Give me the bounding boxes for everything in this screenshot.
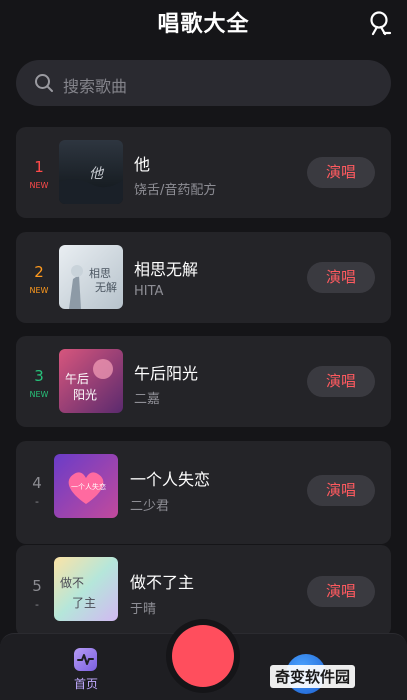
rank-number: 2 xyxy=(34,263,44,281)
search-placeholder: 搜索歌曲 xyxy=(63,77,128,96)
sing-button[interactable]: 演唱 xyxy=(307,576,375,607)
cover-title-art: 了主 xyxy=(72,596,96,610)
rank-badge: NEW xyxy=(29,286,49,295)
song-title: 一个人失恋 xyxy=(130,470,211,489)
song-card-2[interactable]: 2 NEW 相思 无解 相思无解 HITA 演唱 xyxy=(16,232,391,323)
watermark: 奇变软件园 xyxy=(256,650,406,700)
album-cover[interactable]: 他 xyxy=(59,140,123,204)
home-waveform-icon xyxy=(74,648,97,671)
song-artist: 饶舌/音药配方 xyxy=(134,183,217,198)
cover-title-art: 无解 xyxy=(95,280,117,294)
cover-title-art: 他 xyxy=(89,166,105,182)
rank-number: 5 xyxy=(32,577,42,595)
album-cover[interactable]: 午后 阳光 xyxy=(59,349,123,413)
sing-button[interactable]: 演唱 xyxy=(307,262,375,293)
header-bar: 唱歌大全 xyxy=(0,0,407,48)
page-title: 唱歌大全 xyxy=(157,12,250,37)
song-card-1[interactable]: 1 NEW 他 他 饶舌/音药配方 演唱 xyxy=(16,127,391,218)
cover-title-art: 午后 xyxy=(65,372,89,386)
cover-title-art: 一个人失恋 xyxy=(71,482,106,491)
singer-profile-icon[interactable] xyxy=(365,9,393,37)
song-artist: 二少君 xyxy=(130,499,170,514)
sing-fab-button[interactable] xyxy=(172,625,234,687)
sing-button[interactable]: 演唱 xyxy=(307,157,375,188)
sing-button[interactable]: 演唱 xyxy=(307,366,375,397)
song-card-5[interactable]: 5 - 做不 了主 做不了主 于晴 演唱 xyxy=(16,545,391,637)
song-card-3[interactable]: 3 NEW 午后 阳光 午后阳光 二嘉 演唱 xyxy=(16,336,391,427)
song-artist: HITA xyxy=(134,284,164,299)
watermark-text: 奇变软件园 xyxy=(270,665,356,688)
rank-number: 4 xyxy=(32,474,42,492)
rank-badge: NEW xyxy=(29,390,49,399)
cover-title-art: 做不 xyxy=(60,575,84,590)
tab-home[interactable]: 首页 xyxy=(60,648,112,698)
rank-badge: NEW xyxy=(29,181,49,190)
rank-number: 1 xyxy=(34,158,44,176)
song-title: 做不了主 xyxy=(130,573,195,592)
sing-button[interactable]: 演唱 xyxy=(307,475,375,506)
song-title: 相思无解 xyxy=(134,260,199,279)
album-cover[interactable]: 做不 了主 xyxy=(54,557,118,621)
song-title: 他 xyxy=(134,155,151,174)
rank-badge: - xyxy=(35,598,39,611)
tab-home-label: 首页 xyxy=(73,677,98,691)
search-icon xyxy=(35,74,53,92)
search-input[interactable]: 搜索歌曲 xyxy=(16,60,391,106)
album-cover[interactable]: 一个人失恋 xyxy=(54,454,118,518)
song-card-4[interactable]: 4 - 一个人失恋 一个人失恋 二少君 演唱 xyxy=(16,441,391,544)
rank-badge: - xyxy=(35,495,39,508)
song-artist: 二嘉 xyxy=(134,392,161,407)
cover-title-art: 相思 xyxy=(89,267,111,280)
cover-title-art: 阳光 xyxy=(73,388,97,402)
song-artist: 于晴 xyxy=(130,602,157,617)
album-cover[interactable]: 相思 无解 xyxy=(59,245,123,309)
song-title: 午后阳光 xyxy=(134,364,199,383)
rank-number: 3 xyxy=(34,367,44,385)
